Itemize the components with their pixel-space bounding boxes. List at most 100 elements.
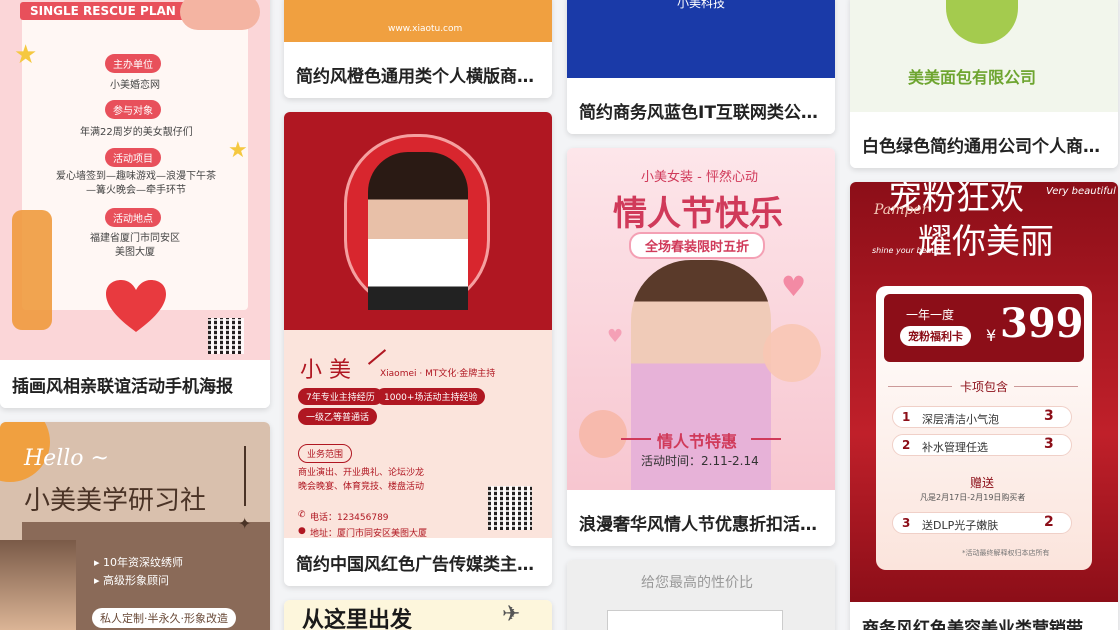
bullet-text: 高级形象顾问 (103, 574, 170, 587)
gift-heading: 赠送 (970, 476, 995, 490)
template-card-best-value[interactable]: 给您最高的性价比 (567, 560, 835, 630)
template-thumbnail: 从这里出发 ✈ (284, 600, 552, 630)
host-phone: 电话：123456789 (310, 513, 389, 523)
item-number: 2 (902, 438, 911, 452)
section-label: 业务范围 (298, 444, 353, 463)
template-card-beauty-studio[interactable]: Hello ~ 小美美学研习社 ▸ 10年资深纹绣师 ▸ 高级形象顾问 私人定制… (0, 422, 270, 630)
host-tag: 一级乙等普通话 (298, 408, 378, 425)
portrait-photo (0, 540, 76, 630)
poster-heading: 情人节快乐 (613, 194, 783, 234)
business-scope: 商业演出、开业典礼、论坛沙龙 晚会晚宴、体育竞技、楼盘活动 (298, 468, 425, 492)
template-title: 简约风橙色通用类个人横版商… (284, 50, 552, 98)
poster-subheading: 耀你美丽 (918, 222, 1054, 262)
template-thumbnail: 美美面包有限公司 (850, 0, 1118, 112)
template-thumbnail: 小 美 Xiaomei · MT文化·金牌主持 7年专业主持经历 1000+场活… (284, 112, 552, 538)
includes-heading: 卡项包含 (960, 380, 1009, 394)
template-card-valentine[interactable]: 小美女装 - 怦然心动 情人节快乐 全场春装限时五折 ♥ ♥ 情人节特惠 活动时… (567, 148, 835, 546)
poster-url: www.xiaotu.com (388, 24, 463, 34)
template-grid: SINGLE RESCUE PLAN 主办单位 小美婚恋网 参与对象 年满22周… (0, 0, 1120, 630)
host-tag: 7年专业主持经历 (298, 388, 383, 405)
section-text: 年满22周岁的美女靓仔们 (80, 127, 193, 138)
template-card-blue-it[interactable]: 小美科技 简约商务风蓝色IT互联网类公… (567, 0, 835, 134)
search-bar (607, 610, 783, 630)
template-thumbnail: www.xiaotu.com (284, 0, 552, 42)
poster-company: 小美科技 (677, 0, 726, 10)
card-label-top: 一年一度 (906, 308, 955, 322)
template-title: 插画风相亲联谊活动手机海报 (0, 360, 270, 408)
price-value: 399 (1000, 300, 1084, 347)
template-title: 商务风红色美容美业类营销带… (850, 602, 1118, 630)
item-count: 3 (1044, 408, 1054, 424)
item-name: 深层清洁小气泡 (922, 413, 999, 426)
template-thumbnail: SINGLE RESCUE PLAN 主办单位 小美婚恋网 参与对象 年满22周… (0, 0, 270, 360)
boy-illustration (12, 210, 52, 330)
poster-hello: Hello ~ (24, 446, 109, 471)
poster-promo: 情人节特惠 (657, 432, 738, 451)
item-name: 送DLP光子嫩肤 (922, 519, 999, 532)
heart-icon: ♥ (607, 326, 624, 347)
sparkle-icon: ✦ (238, 514, 252, 533)
poster-brand: 小美女装 - 怦然心动 (641, 170, 758, 185)
template-card-chinese-red-host[interactable]: 小 美 Xiaomei · MT文化·金牌主持 7年专业主持经历 1000+场活… (284, 112, 552, 586)
heart-icon: ♥ (781, 270, 807, 303)
template-title: 简约中国风红色广告传媒类主… (284, 538, 552, 586)
foot-note: *活动最终解释权归本店所有 (962, 549, 1050, 557)
poster-slogan: 给您最高的性价比 (641, 575, 753, 591)
poster-banner: SINGLE RESCUE PLAN (20, 2, 186, 20)
template-card-orange-business[interactable]: www.xiaotu.com 简约风橙色通用类个人横版商… (284, 0, 552, 98)
star-icon: ★ (228, 138, 248, 163)
divider (888, 386, 952, 387)
bullet-item: ▸ 10年资深纹绣师 (94, 556, 184, 569)
girl-illustration (180, 0, 260, 30)
poster-heading: 小美美学研习社 (24, 486, 207, 516)
host-tag: 1000+场活动主持经验 (376, 388, 486, 405)
section-label: 参与对象 (105, 100, 161, 119)
poster-heading: 从这里出发 (302, 608, 413, 630)
item-number: 3 (902, 516, 911, 530)
location-icon: ● (298, 526, 306, 536)
divider (1014, 386, 1078, 387)
section-text: 爱心墙签到—趣味游戏—浪漫下午茶 —篝火晚会—牵手环节 (56, 171, 216, 196)
template-thumbnail: 宠粉狂欢 耀你美丽 Very beautiful Pamper shine yo… (850, 182, 1118, 602)
section-label: 主办单位 (105, 54, 161, 73)
divider (621, 438, 651, 440)
phone-icon: ✆ (298, 510, 306, 520)
item-count: 2 (1044, 514, 1054, 530)
template-thumbnail: Hello ~ 小美美学研习社 ▸ 10年资深纹绣师 ▸ 高级形象顾问 私人定制… (0, 422, 270, 630)
host-address: 地址：厦门市同安区美图大厦 (310, 529, 428, 538)
template-thumbnail: 小美科技 (567, 0, 835, 78)
script-text: shine your beauty (872, 246, 945, 255)
divider (244, 446, 246, 506)
slash-divider (367, 349, 387, 365)
flower-decoration (763, 324, 821, 382)
item-count: 3 (1044, 436, 1054, 452)
template-card-green-bakery[interactable]: 美美面包有限公司 白色绿色简约通用公司个人商… (850, 0, 1118, 168)
template-title: 白色绿色简约通用公司个人商… (850, 120, 1118, 168)
section-label: 活动地点 (105, 208, 161, 227)
poster-date: 活动时间：2.11-2.14 (641, 454, 759, 468)
qr-code (208, 318, 244, 354)
host-name: 小 美 (300, 358, 351, 383)
star-icon: ★ (14, 40, 38, 70)
item-number: 1 (902, 410, 911, 424)
section-label: 活动项目 (105, 148, 161, 167)
script-text: Very beautiful (1046, 186, 1116, 197)
divider (751, 438, 781, 440)
section-text: 福建省厦门市同安区 美图大厦 (90, 233, 180, 258)
template-card-matchmaking[interactable]: SINGLE RESCUE PLAN 主办单位 小美婚恋网 参与对象 年满22周… (0, 0, 270, 408)
template-card-depart[interactable]: 从这里出发 ✈ (284, 600, 552, 630)
gift-note: 凡是2月17日-2月19日购买者 (920, 493, 1026, 502)
flower-decoration (579, 410, 627, 458)
bullet-item: ▸ 高级形象顾问 (94, 574, 170, 587)
section-text: 小美婚恋网 (110, 80, 160, 91)
template-card-red-beauty[interactable]: 宠粉狂欢 耀你美丽 Very beautiful Pamper shine yo… (850, 182, 1118, 630)
item-name: 补水管理任选 (922, 441, 988, 454)
poster-ribbon: 全场春装限时五折 (629, 232, 766, 259)
script-text: Pamper (874, 202, 929, 218)
template-title: 简约商务风蓝色IT互联网类公… (567, 86, 835, 134)
template-thumbnail: 小美女装 - 怦然心动 情人节快乐 全场春装限时五折 ♥ ♥ 情人节特惠 活动时… (567, 148, 835, 490)
card-label: 宠粉福利卡 (900, 326, 971, 346)
poster-tag: 私人定制·半永久·形象改造 (92, 608, 236, 628)
template-thumbnail: 给您最高的性价比 (567, 560, 835, 630)
template-title: 浪漫奢华风情人节优惠折扣活… (567, 498, 835, 546)
